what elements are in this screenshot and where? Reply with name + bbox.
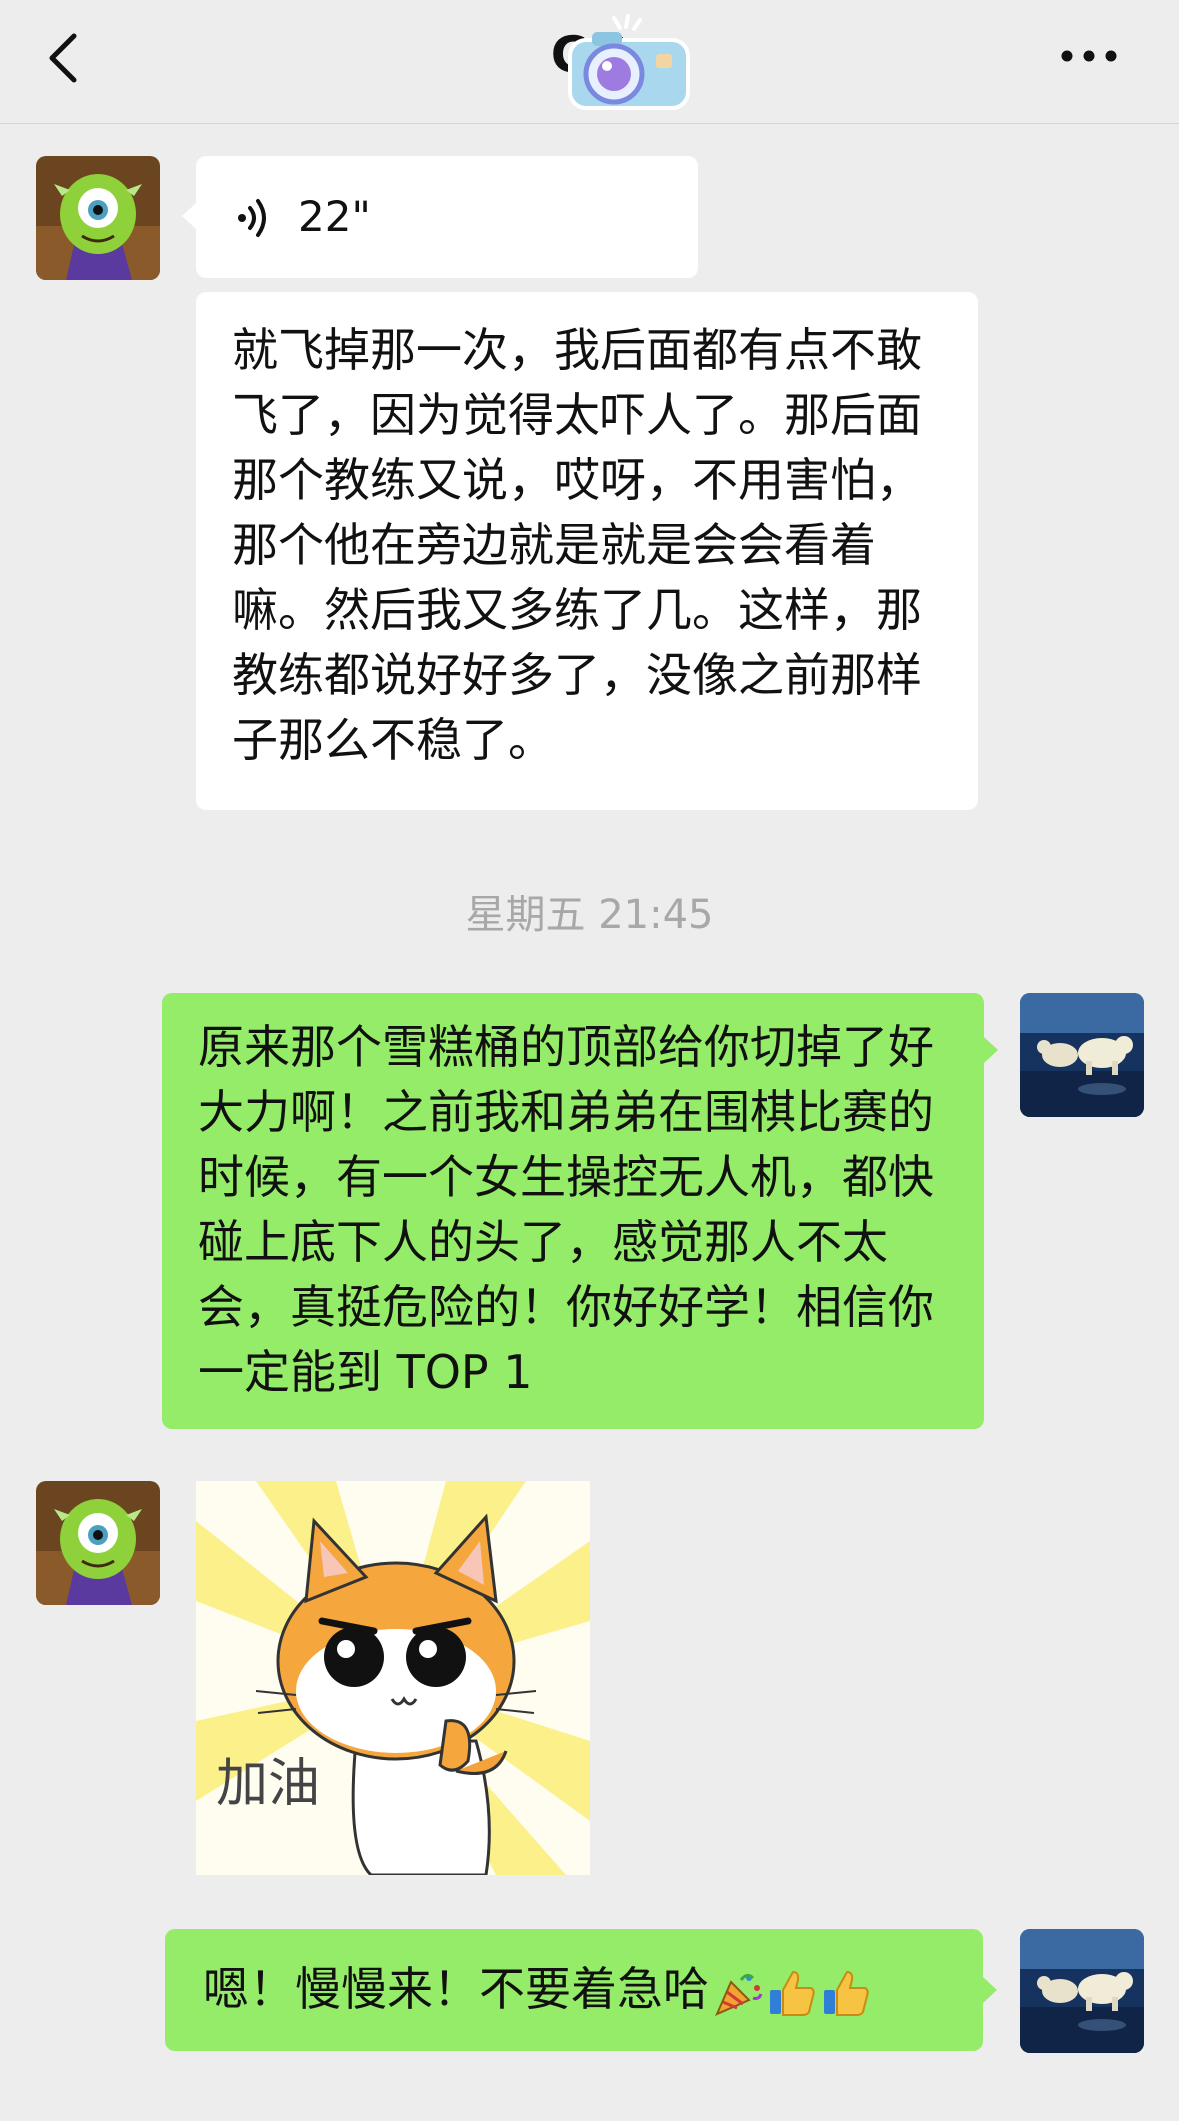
voice-wave-icon <box>238 199 266 237</box>
voice-duration: 22" <box>298 192 371 241</box>
bubble-tail <box>182 203 196 229</box>
contact-avatar[interactable] <box>36 1481 160 1605</box>
more-dots-icon[interactable] <box>1059 44 1119 68</box>
sent-message-text[interactable]: 原来那个雪糕桶的顶部给你切掉了好大力啊！之前我和弟弟在围棋比赛的时候，有一个女生… <box>162 993 984 1429</box>
my-avatar[interactable] <box>1020 1929 1144 2053</box>
sticker-caption: 加油 <box>216 1754 320 1814</box>
sticker-message[interactable]: 加油 <box>196 1481 590 1875</box>
party-popper-icon <box>715 1973 763 2016</box>
sent-message-text[interactable]: 嗯！慢慢来！不要着急哈 <box>165 1929 983 2051</box>
received-message-text[interactable]: 就飞掉那一次，我后面都有点不敢飞了，因为觉得太吓人了。那后面那个教练又说，哎呀，… <box>196 292 978 810</box>
voice-message[interactable]: 22" <box>196 156 698 278</box>
my-avatar[interactable] <box>1020 993 1144 1117</box>
camera-sticker-icon <box>568 14 690 110</box>
sent-message-label: 嗯！慢慢来！不要着急哈 <box>203 1962 709 2016</box>
contact-avatar[interactable] <box>36 156 160 280</box>
thumbs-up-icon <box>770 1970 815 2016</box>
bubble-tail <box>984 1037 998 1063</box>
message-timestamp: 星期五 21:45 <box>465 892 714 938</box>
bubble-tail <box>983 1977 997 2003</box>
chat-header: CC <box>0 0 1179 124</box>
thumbs-up-icon <box>824 1970 869 2016</box>
